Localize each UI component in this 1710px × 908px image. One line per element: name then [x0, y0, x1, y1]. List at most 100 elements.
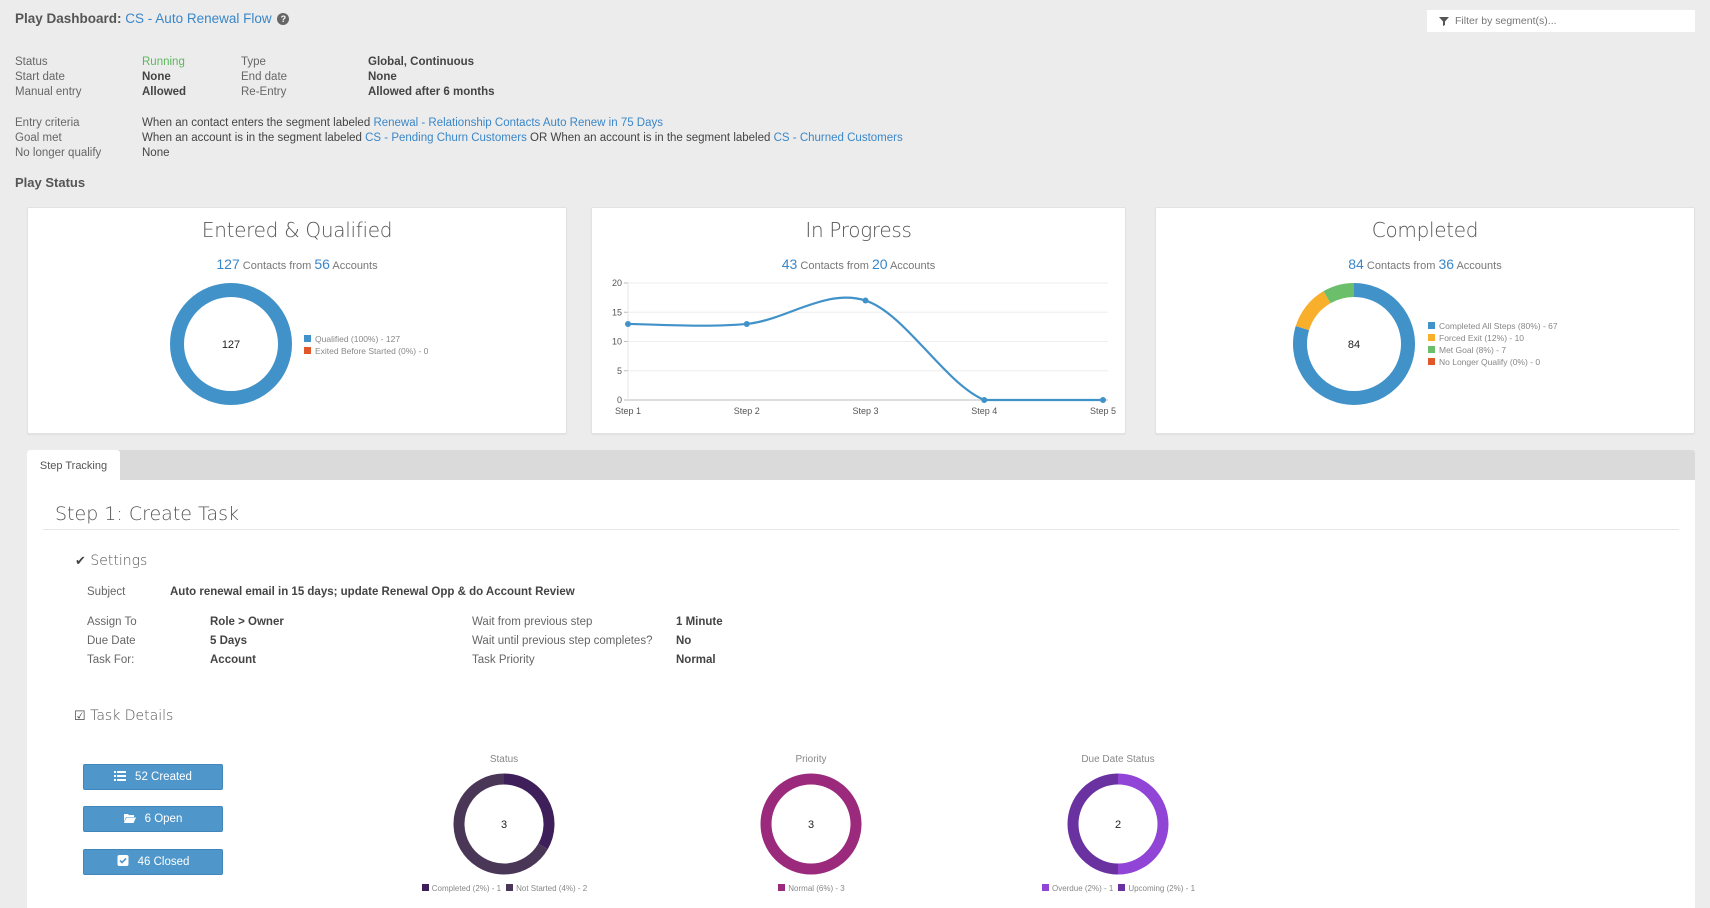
wait-until-complete-value: No: [676, 635, 692, 647]
manual-entry-value: Allowed: [142, 86, 187, 98]
y-tick-label: 5: [617, 366, 622, 376]
x-tick-label: Step 4: [971, 406, 997, 416]
segment-filter[interactable]: [1427, 10, 1695, 32]
completed-legend: Completed All Steps (80%) - 67 Forced Exi…: [1428, 320, 1558, 368]
closed-tasks-button[interactable]: 46 Closed: [83, 849, 223, 875]
card-subtitle: 84 Contacts from 36 Accounts: [1348, 256, 1502, 272]
due-date-donut: 2: [1067, 773, 1169, 875]
card-subtitle: 127 Contacts from 56 Accounts: [216, 256, 378, 272]
priority-donut: 3: [760, 773, 862, 875]
meta-values: Running None Allowed: [142, 55, 186, 100]
entry-segment-link[interactable]: Renewal - Relationship Contacts Auto Ren…: [373, 117, 663, 129]
legend-item-met-goal-7[interactable]: Met Goal (8%) - 7: [1428, 344, 1558, 356]
legend-label: Overdue (2%) - 1: [1051, 884, 1114, 893]
entry-criteria-label: Entry criteria: [15, 117, 80, 129]
donut-center-label: 127: [222, 339, 240, 351]
legend-item-exited-before-started-0[interactable]: Exited Before Started (0%) - 0: [304, 345, 428, 357]
completed-card: Completed 84 Contacts from 36 Accounts 8…: [1155, 207, 1695, 434]
subject-label: Subject: [87, 586, 126, 598]
status-chart-title: Status: [489, 754, 519, 765]
legend-label: Not Started (4%) - 2: [516, 884, 588, 893]
data-point-step-5[interactable]: [1100, 397, 1106, 403]
priority-chart-title: Priority: [795, 754, 827, 765]
segment-filter-input[interactable]: [1455, 10, 1693, 32]
donut-center-label: 84: [1348, 339, 1360, 351]
legend-swatch: [1428, 346, 1435, 353]
legend-item-normal-3[interactable]: Normal (6%) - 3: [775, 884, 845, 893]
legend-item-upcoming-1[interactable]: Upcoming (2%) - 1: [1115, 884, 1195, 893]
donut-slice-overdue-1[interactable]: [1117, 773, 1169, 875]
entry-criteria-value: When an contact enters the segment label…: [142, 117, 664, 129]
y-tick-label: 20: [612, 278, 622, 288]
contacts-count[interactable]: 84: [1348, 256, 1364, 272]
y-tick-label: 10: [612, 337, 622, 347]
tab-step-tracking[interactable]: Step Tracking: [27, 450, 120, 480]
donut-slice-forced-exit-10[interactable]: [1295, 291, 1331, 331]
data-point-step-3[interactable]: [862, 297, 869, 304]
entered-legend: Qualified (100%) - 127 Exited Before Star…: [304, 333, 428, 357]
priority-legend: Normal (6%) - 3: [711, 884, 911, 893]
no-longer-qualify-label: No longer qualify: [15, 147, 102, 159]
line-series-contacts: [627, 296, 1103, 402]
created-tasks-button[interactable]: 52 Created: [83, 764, 223, 790]
accounts-count[interactable]: 36: [1438, 256, 1454, 272]
meta-labels-2: Type End date Re-Entry: [241, 55, 287, 100]
checkmark-icon: ✔: [75, 554, 86, 569]
checkbox-icon: [117, 855, 129, 866]
x-tick-label: Step 2: [734, 406, 760, 416]
end-date-label: End date: [241, 71, 288, 83]
accounts-count[interactable]: 56: [314, 256, 330, 272]
data-point-step-2[interactable]: [743, 320, 750, 327]
task-for-value: Account: [210, 654, 256, 666]
legend-swatch: [506, 884, 514, 891]
donut-slice-upcoming-1[interactable]: [1067, 773, 1119, 875]
in-progress-line-chart: 0 5 10 15 20 Step 1 Step 2 Step 3 Step 4 Step 5: [612, 278, 1116, 416]
divider: [43, 529, 1679, 530]
goal-met-value: When an account is in the segment labele…: [142, 132, 903, 144]
goal-segment-link-2[interactable]: CS - Churned Customers: [774, 132, 903, 144]
status-value: Running: [142, 56, 185, 68]
status-label: Status: [15, 56, 48, 68]
donut-center-label: 3: [501, 819, 507, 831]
task-details-heading: ☑ Task Details: [74, 708, 174, 724]
assign-to-value: Role > Owner: [210, 616, 284, 628]
contacts-count[interactable]: 127: [216, 256, 239, 272]
legend-swatch: [778, 884, 786, 891]
legend-label: Normal (6%) - 3: [788, 884, 845, 893]
page-title: Play Dashboard: CS - Auto Renewal Flow ?: [15, 11, 290, 26]
goal-segment-link-1[interactable]: CS - Pending Churn Customers: [365, 132, 527, 144]
meta-values-2: Global, Continuous None Allowed after 6 …: [368, 55, 495, 100]
re-entry-value: Allowed after 6 months: [368, 86, 495, 98]
tab-bar: [27, 450, 1695, 480]
data-point-step-4[interactable]: [981, 397, 988, 403]
folder-open-icon: [123, 814, 136, 823]
legend-item-no-longer-qualify-0[interactable]: No Longer Qualify (0%) - 0: [1428, 356, 1558, 368]
legend-item-overdue-1[interactable]: Overdue (2%) - 1: [1039, 884, 1113, 893]
legend-label: Exited Before Started (0%) - 0: [315, 346, 429, 356]
play-name-link[interactable]: CS - Auto Renewal Flow: [125, 11, 271, 26]
meta-labels: Status Start date Manual entry: [15, 55, 81, 100]
data-point-step-1[interactable]: [625, 320, 631, 327]
goal-met-label: Goal met: [15, 132, 62, 144]
open-tasks-button[interactable]: 6 Open: [83, 806, 223, 832]
play-status-heading: Play Status: [15, 175, 86, 190]
start-date-label: Start date: [15, 71, 65, 83]
legend-item-completed-all-steps-67[interactable]: Completed All Steps (80%) - 67: [1428, 320, 1558, 332]
due-date-value: 5 Days: [210, 635, 248, 647]
title-prefix: Play Dashboard:: [15, 11, 122, 26]
x-tick-label: Step 1: [615, 406, 641, 416]
legend-item-not-started-2[interactable]: Not Started (4%) - 2: [503, 884, 587, 893]
donut-slice-completed-1[interactable]: [503, 773, 555, 850]
legend-item-forced-exit-10[interactable]: Forced Exit (12%) - 10: [1428, 332, 1558, 344]
legend-swatch: [1428, 358, 1435, 365]
donut-slice-met-goal-7[interactable]: [1323, 283, 1355, 304]
legend-item-completed-1[interactable]: Completed (2%) - 1: [419, 884, 501, 893]
status-legend: Completed (2%) - 1 Not Started (4%) - 2: [404, 884, 604, 893]
legend-item-qualified-127[interactable]: Qualified (100%) - 127: [304, 333, 428, 345]
question-circle-icon[interactable]: ?: [277, 13, 290, 25]
funnel-icon: [1439, 17, 1449, 26]
list-icon: [114, 771, 127, 781]
legend-label: Completed (2%) - 1: [431, 884, 502, 893]
step-title: Step 1: Create Task: [55, 503, 240, 525]
due-date-label: Due Date: [87, 635, 136, 647]
